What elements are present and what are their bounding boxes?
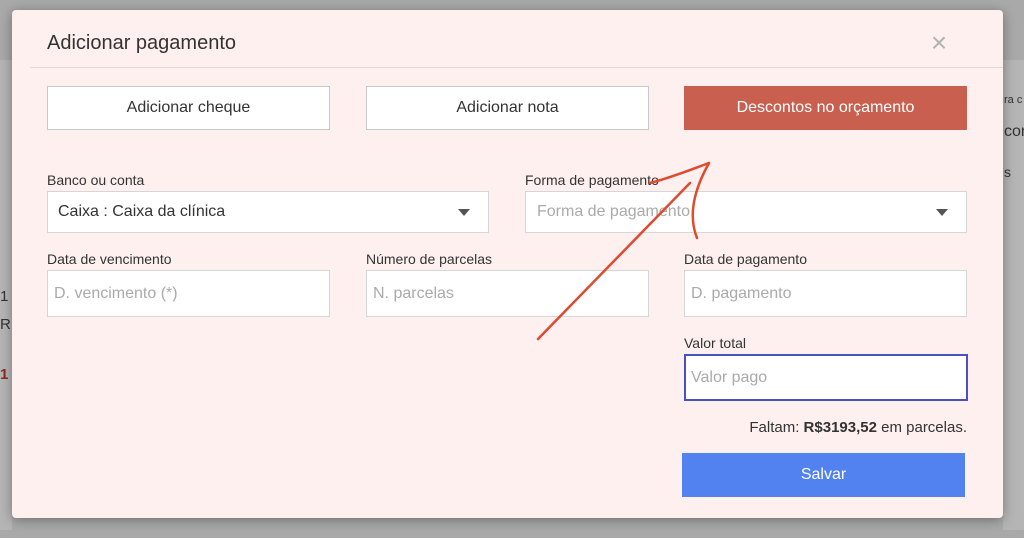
installments-placeholder: N. parcelas [373,284,454,302]
save-button[interactable]: Salvar [682,453,965,497]
chevron-down-icon [936,209,948,216]
total-value-input[interactable]: Valor pago [684,354,968,401]
chevron-down-icon [458,209,470,216]
total-value-placeholder: Valor pago [691,368,768,386]
bg-text-fragment: con [1004,123,1024,140]
modal-title: Adicionar pagamento [47,32,237,54]
bg-text-fragment: R [0,316,11,333]
due-date-input[interactable]: D. vencimento (*) [47,270,330,317]
payment-date-label: Data de pagamento [684,251,807,267]
installments-input[interactable]: N. parcelas [366,270,649,317]
due-date-placeholder: D. vencimento (*) [54,284,178,302]
close-icon[interactable]: × [926,29,952,57]
bank-label: Banco ou conta [47,172,145,188]
bank-select[interactable]: Caixa : Caixa da clínica [47,191,489,233]
installments-label: Número de parcelas [366,251,493,267]
bg-text-fragment: ra c [1004,94,1023,106]
header-divider [30,67,1003,68]
add-payment-modal: Adicionar pagamento × Adicionar cheque A… [12,10,1003,518]
payment-method-placeholder: Forma de pagamento [537,203,690,220]
payment-method-select[interactable]: Forma de pagamento [525,191,967,233]
bg-text-fragment: 1 [0,288,9,305]
add-note-button[interactable]: Adicionar nota [366,86,649,130]
payment-method-label: Forma de pagamento [525,172,659,188]
bg-text-fragment: 1 [0,366,9,383]
total-label: Valor total [684,335,746,351]
remaining-amount: Faltam: R$3193,52 em parcelas. [749,419,967,436]
remaining-suffix: em parcelas. [881,419,967,436]
due-date-label: Data de vencimento [47,251,172,267]
payment-date-placeholder: D. pagamento [691,284,792,302]
payment-date-input[interactable]: D. pagamento [684,270,967,317]
budget-discounts-button[interactable]: Descontos no orçamento [684,86,967,130]
bg-text-fragment: s [1004,164,1011,180]
remaining-value: R$3193,52 [803,419,877,436]
bank-select-value: Caixa : Caixa da clínica [58,203,226,220]
remaining-prefix: Faltam: [749,419,800,436]
add-check-button[interactable]: Adicionar cheque [47,86,330,130]
